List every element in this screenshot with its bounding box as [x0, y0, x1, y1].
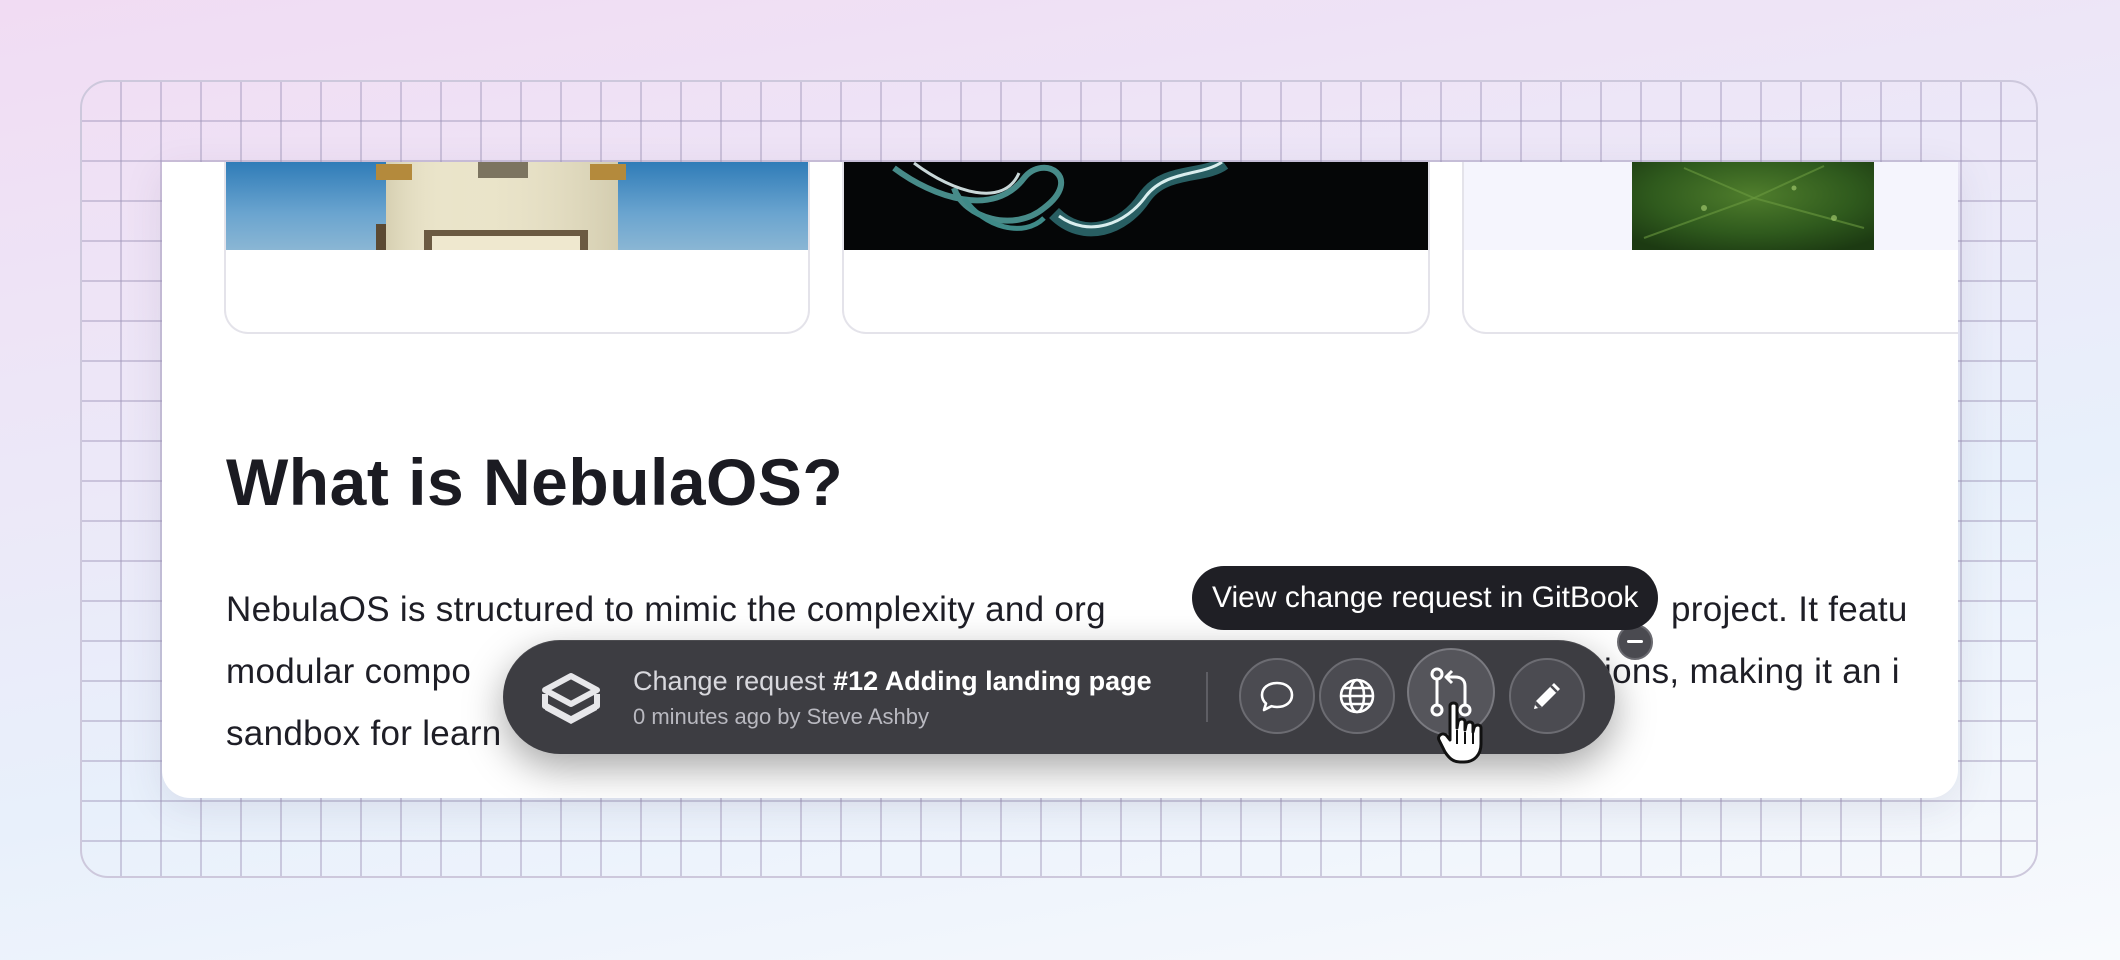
- content-card-1[interactable]: [224, 162, 810, 334]
- change-request-name: #12 Adding landing page: [833, 666, 1152, 696]
- change-request-title[interactable]: Change request #12 Adding landing page: [633, 666, 1152, 697]
- paragraph-line-1b: project. It featu: [1671, 590, 1908, 629]
- minus-icon: [1627, 640, 1643, 643]
- hand-pointer-cursor-icon: [1436, 700, 1488, 766]
- pencil-icon: [1534, 683, 1560, 709]
- tooltip: View change request in GitBook: [1192, 566, 1659, 630]
- page-heading: What is NebulaOS?: [226, 445, 844, 519]
- comment-button[interactable]: [1239, 658, 1315, 734]
- change-request-label: Change request: [633, 666, 826, 696]
- gitbook-logo-icon: [539, 666, 603, 730]
- paragraph-line-2a: modular compo: [226, 652, 472, 691]
- paragraph-line-1a: NebulaOS is structured to mimic the comp…: [226, 590, 1106, 629]
- paragraph-line-3: sandbox for learn: [226, 714, 502, 753]
- card-image-leaf: [1464, 162, 1958, 250]
- card-image-abstract-swirl: [844, 162, 1428, 250]
- toolbar-divider: [1206, 672, 1208, 722]
- comment-icon: [1260, 681, 1294, 712]
- content-card-2[interactable]: [842, 162, 1430, 334]
- preview-button[interactable]: [1319, 658, 1395, 734]
- change-request-meta: 0 minutes ago by Steve Ashby: [633, 704, 929, 729]
- card-image-building: [226, 162, 808, 250]
- edit-button[interactable]: [1509, 658, 1585, 734]
- globe-icon: [1339, 678, 1375, 714]
- content-card-3[interactable]: [1462, 162, 1958, 334]
